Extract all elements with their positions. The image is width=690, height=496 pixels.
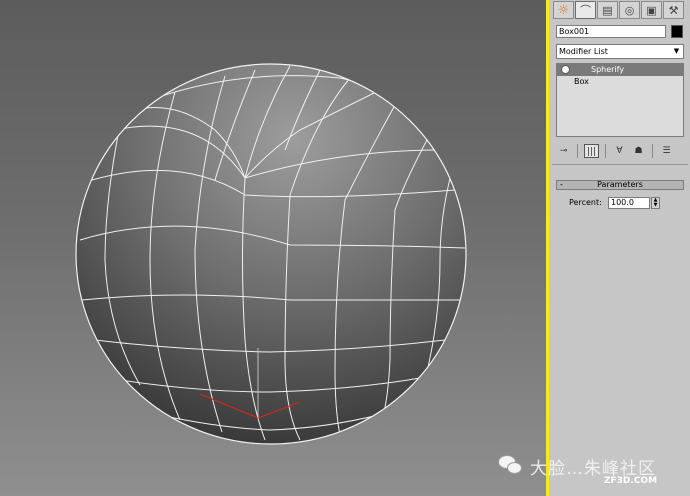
- modifier-stack[interactable]: Spherify Box: [556, 63, 684, 137]
- command-panel-tabs: ☼ ⌒ ▤ ◎ ▣ ⚒: [553, 1, 685, 20]
- toolbar-divider: [605, 144, 606, 158]
- stack-item-spherify[interactable]: Spherify: [557, 64, 683, 76]
- collapse-icon: -: [560, 180, 563, 189]
- command-panel: ☼ ⌒ ▤ ◎ ▣ ⚒ Box001 Modifier List ▼ Spher…: [549, 0, 690, 496]
- make-unique-icon[interactable]: ∀: [612, 144, 627, 158]
- perspective-viewport[interactable]: [0, 0, 546, 496]
- modify-tab[interactable]: ⌒: [575, 1, 596, 19]
- create-tab[interactable]: ☼: [553, 1, 574, 19]
- toolbar-divider: [577, 144, 578, 158]
- stack-item-box[interactable]: Box: [557, 76, 683, 88]
- utilities-tab[interactable]: ⚒: [663, 1, 684, 19]
- percent-label: Percent:: [569, 198, 602, 207]
- percent-spinner[interactable]: ▲ ▼: [651, 197, 660, 209]
- remove-modifier-icon[interactable]: ☗: [631, 144, 646, 158]
- modify-icon: ⌒: [580, 4, 591, 17]
- stack-item-label: Box: [574, 77, 589, 86]
- configure-modifier-sets-icon[interactable]: ☰: [659, 144, 674, 158]
- stack-toolbar: ⊸ ||| ∀ ☗ ☰: [556, 143, 684, 159]
- hierarchy-icon: ▤: [602, 3, 613, 17]
- panel-divider: [552, 164, 688, 165]
- hierarchy-tab[interactable]: ▤: [597, 1, 618, 19]
- spherified-box-mesh[interactable]: [0, 0, 546, 496]
- object-color-swatch[interactable]: [671, 25, 683, 38]
- modifier-list-label: Modifier List: [559, 47, 608, 56]
- chevron-down-icon: ▼: [673, 47, 680, 55]
- wechat-icon: [498, 455, 524, 477]
- watermark-site: ZF3D.COM: [604, 476, 658, 486]
- lightbulb-icon[interactable]: [561, 65, 570, 74]
- percent-input[interactable]: 100.0: [608, 197, 650, 209]
- rollout-title: Parameters: [597, 180, 643, 189]
- show-end-result-icon[interactable]: |||: [584, 144, 599, 158]
- create-icon: ☼: [557, 2, 570, 18]
- display-icon: ▣: [646, 3, 657, 17]
- parameters-rollout-header[interactable]: - Parameters: [556, 180, 684, 190]
- motion-icon: ◎: [624, 3, 635, 17]
- stack-item-label: Spherify: [591, 65, 625, 74]
- pin-stack-icon[interactable]: ⊸: [556, 144, 571, 158]
- motion-tab[interactable]: ◎: [619, 1, 640, 19]
- watermark-text: 大脸…朱峰社区: [530, 458, 656, 479]
- toolbar-divider: [652, 144, 653, 158]
- percent-parameter: Percent: 100.0 ▲ ▼: [556, 195, 684, 211]
- object-name-field[interactable]: Box001: [556, 25, 666, 38]
- utilities-icon: ⚒: [668, 3, 679, 17]
- modifier-list-dropdown[interactable]: Modifier List ▼: [556, 44, 684, 59]
- display-tab[interactable]: ▣: [641, 1, 662, 19]
